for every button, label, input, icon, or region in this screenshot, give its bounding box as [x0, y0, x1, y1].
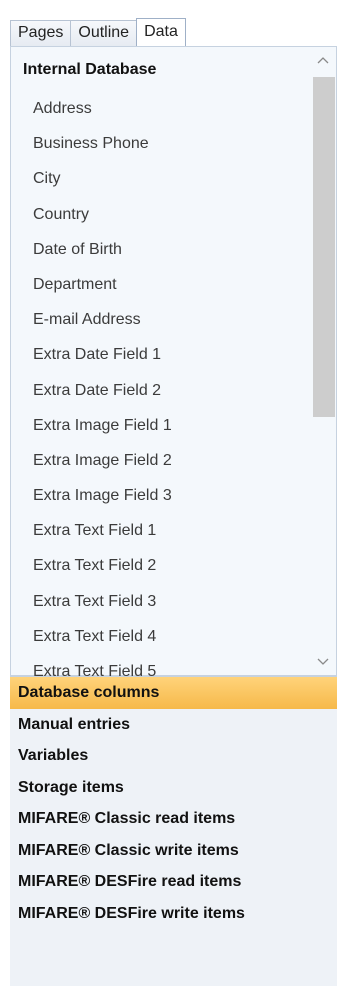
data-panel-window: Pages Outline Data Internal Database Add… — [0, 0, 337, 986]
nav-item-mifare-classic-write-items[interactable]: MIFARE® Classic write items — [10, 835, 337, 867]
tab-pages[interactable]: Pages — [10, 20, 72, 46]
tab-outline[interactable]: Outline — [70, 20, 138, 46]
database-fields-panel: Internal Database Address Business Phone… — [10, 46, 337, 680]
nav-item-mifare-desfire-read-items[interactable]: MIFARE® DESFire read items — [10, 866, 337, 898]
field-item-country[interactable]: Country — [33, 197, 303, 232]
field-item-address[interactable]: Address — [33, 91, 303, 126]
field-item-extra-date-field-1[interactable]: Extra Date Field 1 — [33, 337, 303, 372]
data-category-nav: Database columns Manual entries Variable… — [10, 676, 337, 986]
field-item-business-phone[interactable]: Business Phone — [33, 126, 303, 161]
field-item-extra-image-field-3[interactable]: Extra Image Field 3 — [33, 478, 303, 513]
scrollbar-thumb[interactable] — [313, 77, 335, 417]
vertical-scrollbar[interactable] — [310, 47, 336, 675]
field-item-email-address[interactable]: E-mail Address — [33, 302, 303, 337]
panel-tabs: Pages Outline Data — [10, 18, 186, 46]
nav-item-mifare-classic-read-items[interactable]: MIFARE® Classic read items — [10, 803, 337, 835]
nav-item-manual-entries[interactable]: Manual entries — [10, 709, 337, 741]
tab-data[interactable]: Data — [136, 18, 186, 46]
scroll-up-button[interactable] — [310, 47, 336, 73]
field-item-city[interactable]: City — [33, 161, 303, 196]
field-list: Address Business Phone City Country Date… — [33, 91, 303, 689]
field-item-extra-image-field-2[interactable]: Extra Image Field 2 — [33, 443, 303, 478]
field-item-date-of-birth[interactable]: Date of Birth — [33, 232, 303, 267]
chevron-up-icon — [317, 51, 329, 69]
field-item-extra-text-field-3[interactable]: Extra Text Field 3 — [33, 584, 303, 619]
group-heading-internal-database: Internal Database — [23, 61, 157, 78]
field-item-extra-text-field-1[interactable]: Extra Text Field 1 — [33, 513, 303, 548]
scroll-down-button[interactable] — [310, 649, 336, 675]
nav-item-variables[interactable]: Variables — [10, 740, 337, 772]
nav-item-mifare-desfire-write-items[interactable]: MIFARE® DESFire write items — [10, 898, 337, 930]
field-item-department[interactable]: Department — [33, 267, 303, 302]
field-item-extra-text-field-2[interactable]: Extra Text Field 2 — [33, 548, 303, 583]
nav-item-database-columns[interactable]: Database columns — [10, 677, 337, 709]
field-item-extra-image-field-1[interactable]: Extra Image Field 1 — [33, 408, 303, 443]
field-item-extra-text-field-4[interactable]: Extra Text Field 4 — [33, 619, 303, 654]
chevron-down-icon — [317, 653, 329, 671]
field-item-extra-date-field-2[interactable]: Extra Date Field 2 — [33, 373, 303, 408]
nav-item-storage-items[interactable]: Storage items — [10, 772, 337, 804]
